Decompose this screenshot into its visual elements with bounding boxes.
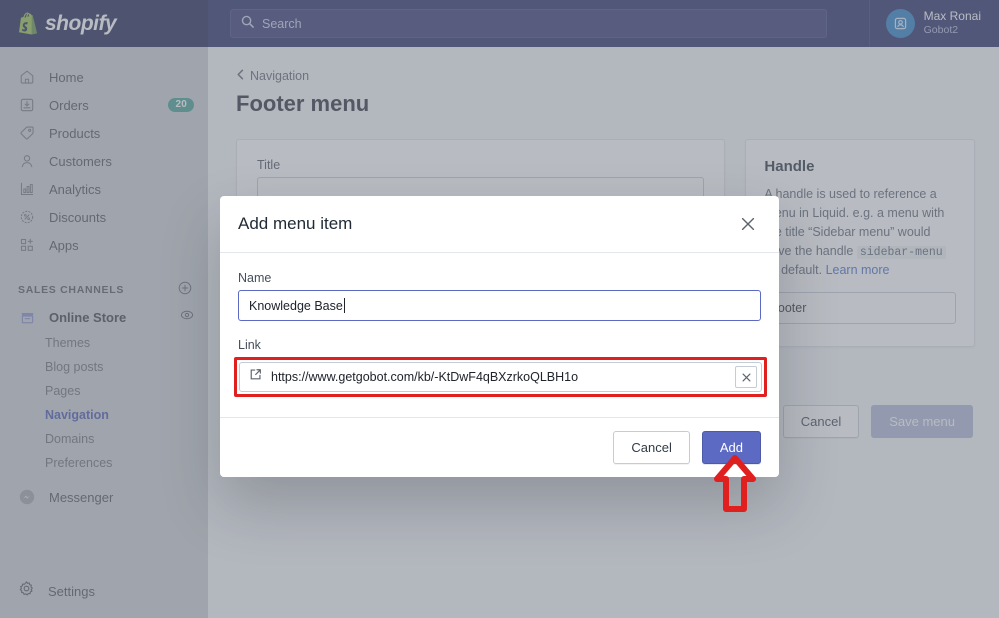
modal-footer: Cancel Add — [220, 417, 779, 477]
modal-header: Add menu item — [220, 196, 779, 253]
modal-cancel-button[interactable]: Cancel — [613, 431, 690, 464]
link-field-label: Link — [238, 338, 261, 352]
modal-title: Add menu item — [238, 214, 353, 233]
clear-x-icon[interactable] — [735, 366, 757, 388]
text-cursor — [343, 298, 345, 313]
link-input-value: https://www.getgobot.com/kb/-KtDwF4qBXzr… — [271, 370, 579, 384]
add-menu-item-modal: Add menu item Name Knowledge Base Link h… — [220, 196, 779, 477]
modal-body: Name Knowledge Base Link https://www.get… — [220, 253, 779, 417]
red-up-arrow-annotation — [713, 455, 757, 518]
close-icon[interactable] — [735, 211, 761, 237]
external-link-icon — [249, 368, 262, 386]
shopify-admin-screen: shopify Search — [0, 0, 999, 618]
name-input-value: Knowledge Base — [249, 298, 343, 313]
link-field-highlight-annotation: https://www.getgobot.com/kb/-KtDwF4qBXzr… — [234, 357, 767, 397]
name-field-label: Name — [238, 271, 272, 285]
name-input[interactable]: Knowledge Base — [238, 290, 761, 321]
link-input[interactable]: https://www.getgobot.com/kb/-KtDwF4qBXzr… — [239, 362, 762, 392]
